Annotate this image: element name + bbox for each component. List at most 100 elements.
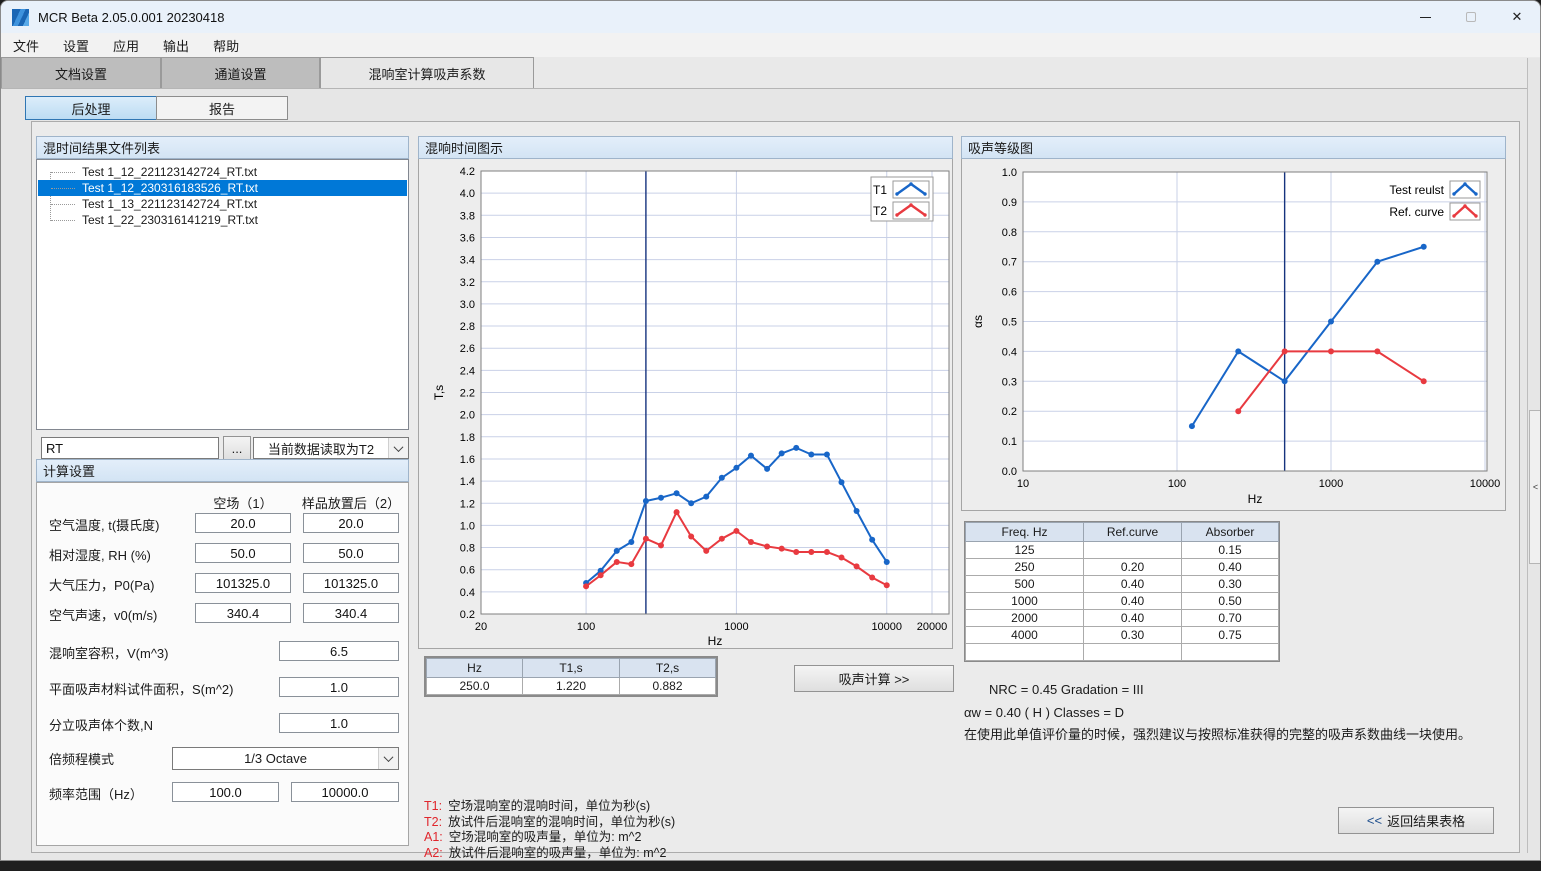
main-tabs: 文档设置通道设置混响室计算吸声系数 <box>1 57 1540 89</box>
calc-row-label: 空气温度, t(摄氏度) <box>49 515 160 534</box>
read-mode-dropdown-button[interactable] <box>388 438 408 458</box>
note-text: 空场混响室的吸声量，单位为: m^2 <box>449 830 642 844</box>
rt-file-listbox[interactable]: Test 1_12_221123142724_RT.txtTest 1_12_2… <box>36 159 409 430</box>
rt-chart-panel-header: 混响时间图示 <box>418 136 953 159</box>
aw-result-text: αw = 0.40 ( H ) Classes = D <box>964 705 1124 720</box>
tab-2[interactable]: 混响室计算吸声系数 <box>320 57 534 88</box>
note-label: T1: <box>424 799 442 813</box>
svg-text:T2: T2 <box>873 204 887 218</box>
window-title: MCR Beta 2.05.0.001 20230418 <box>38 10 224 25</box>
svg-text:2.0: 2.0 <box>460 410 475 422</box>
svg-text:10000: 10000 <box>1470 478 1501 490</box>
table-cell: 0.882 <box>620 678 716 695</box>
calc-row-2: 大气压力，P0(Pa) <box>37 573 408 593</box>
menu-bar: 文件设置应用输出帮助 <box>1 33 1540 57</box>
calc-field-open[interactable] <box>195 573 291 593</box>
calc-row-label: 相对湿度, RH (%) <box>49 545 151 564</box>
svg-text:2.4: 2.4 <box>460 365 475 377</box>
menu-item-1[interactable]: 设置 <box>51 33 101 58</box>
calc-field-value[interactable] <box>279 713 399 733</box>
menu-item-4[interactable]: 帮助 <box>201 33 251 58</box>
data-table: HzT1,sT2,s250.01.2200.882 <box>426 658 716 695</box>
svg-text:1.6: 1.6 <box>460 454 475 466</box>
svg-text:αs: αs <box>971 315 985 328</box>
minimize-button[interactable] <box>1402 1 1448 33</box>
collapse-panel-arrow: < <box>1533 482 1538 492</box>
svg-text:0.6: 0.6 <box>1002 287 1017 299</box>
calc-field-open[interactable] <box>195 513 291 533</box>
file-list-item[interactable]: Test 1_12_230316183526_RT.txt <box>38 180 407 196</box>
absorb-calc-button[interactable]: 吸声计算 >> <box>794 665 954 692</box>
close-button[interactable]: ✕ <box>1494 1 1540 33</box>
subtab-1[interactable]: 报告 <box>156 96 288 120</box>
collapse-panel-handle[interactable]: < <box>1529 410 1541 564</box>
svg-text:1.4: 1.4 <box>460 476 475 488</box>
svg-text:100: 100 <box>577 621 595 633</box>
back-to-results-button[interactable]: << 返回结果表格 <box>1338 807 1494 834</box>
file-list-item[interactable]: Test 1_12_221123142724_RT.txt <box>38 164 407 180</box>
table-cell: 0.30 <box>1182 576 1279 593</box>
grade-chart-panel-title: 吸声等级图 <box>968 138 1033 157</box>
subtab-0[interactable]: 后处理 <box>25 96 157 120</box>
note-label: T2: <box>424 815 442 829</box>
svg-text:T1: T1 <box>873 183 887 197</box>
table-header-cell: T2,s <box>620 659 716 678</box>
table-cell: 0.40 <box>1084 593 1182 610</box>
title-bar: MCR Beta 2.05.0.001 20230418 ✕ <box>1 1 1540 33</box>
calc-field-sample[interactable] <box>303 573 399 593</box>
table-cell: 0.40 <box>1084 576 1182 593</box>
menu-item-3[interactable]: 输出 <box>151 33 201 58</box>
svg-text:1.0: 1.0 <box>1002 167 1017 179</box>
maximize-icon <box>1466 12 1476 22</box>
read-mode-dropdown[interactable]: 当前数据读取为T2 <box>253 437 409 459</box>
note-line-3: A2:放试件后混响室的吸声量，单位为: m^2 <box>424 846 698 862</box>
menu-item-0[interactable]: 文件 <box>1 33 51 58</box>
freq-min-input[interactable] <box>172 782 279 802</box>
table-cell: 0.20 <box>1084 559 1182 576</box>
calc-field-value[interactable] <box>279 677 399 697</box>
calc-field-sample[interactable] <box>303 603 399 623</box>
svg-text:0.3: 0.3 <box>1002 376 1017 388</box>
table-cell <box>966 644 1084 661</box>
freq-max-input[interactable] <box>291 782 399 802</box>
table-cell: 1.220 <box>523 678 620 695</box>
octave-dropdown-button[interactable] <box>378 748 398 769</box>
svg-text:0.1: 0.1 <box>1002 436 1017 448</box>
octave-mode-value: 1/3 Octave <box>173 751 378 766</box>
tab-0[interactable]: 文档设置 <box>1 57 161 88</box>
octave-mode-label: 倍频程模式 <box>49 749 114 768</box>
table-header-cell: Absorber <box>1182 523 1279 542</box>
minimize-icon <box>1420 17 1431 18</box>
calc-field-open[interactable] <box>195 543 291 563</box>
svg-text:0.8: 0.8 <box>1002 227 1017 239</box>
table-header-cell: Freq. Hz <box>966 523 1084 542</box>
calc-field-sample[interactable] <box>303 513 399 533</box>
calc-row-label: 分立吸声体个数,N <box>49 715 153 734</box>
table-cell: 4000 <box>966 627 1084 644</box>
calc-field-value[interactable] <box>279 641 399 661</box>
rt-name-input[interactable] <box>41 437 219 459</box>
table-cell: 500 <box>966 576 1084 593</box>
svg-text:Ref. curve: Ref. curve <box>1389 205 1444 219</box>
calc-field-sample[interactable] <box>303 543 399 563</box>
file-list-item[interactable]: Test 1_13_221123142724_RT.txt <box>38 196 407 212</box>
note-line-2: A1: 空场混响室的吸声量，单位为: m^2 <box>424 830 698 846</box>
table-header-cell: Ref.curve <box>1084 523 1182 542</box>
calc-single-row-1: 平面吸声材料试件面积，S(m^2) <box>37 677 408 697</box>
calc-row-label: 空气声速，v0(m/s) <box>49 605 157 624</box>
octave-mode-dropdown[interactable]: 1/3 Octave <box>172 747 399 770</box>
reverberation-time-chart[interactable]: 0.20.40.60.81.01.21.41.61.82.02.22.42.62… <box>419 159 952 647</box>
browse-button[interactable]: ... <box>223 436 251 460</box>
tab-1[interactable]: 通道设置 <box>161 57 320 88</box>
note-label: A1: <box>424 830 443 844</box>
file-list-item[interactable]: Test 1_22_230316141219_RT.txt <box>38 212 407 228</box>
maximize-button[interactable] <box>1448 1 1494 33</box>
calc-panel-body: 空场（1） 样品放置后（2） 空气温度, t(摄氏度)相对湿度, RH (%)大… <box>36 482 409 846</box>
menu-item-2[interactable]: 应用 <box>101 33 151 58</box>
svg-text:0.6: 0.6 <box>460 565 475 577</box>
svg-text:1000: 1000 <box>1319 478 1343 490</box>
calc-field-open[interactable] <box>195 603 291 623</box>
table-header-cell: T1,s <box>523 659 620 678</box>
app-window: MCR Beta 2.05.0.001 20230418 ✕ 文件设置应用输出帮… <box>0 0 1541 861</box>
absorption-grade-chart[interactable]: 0.00.10.20.30.40.50.60.70.80.91.01010010… <box>962 159 1505 509</box>
